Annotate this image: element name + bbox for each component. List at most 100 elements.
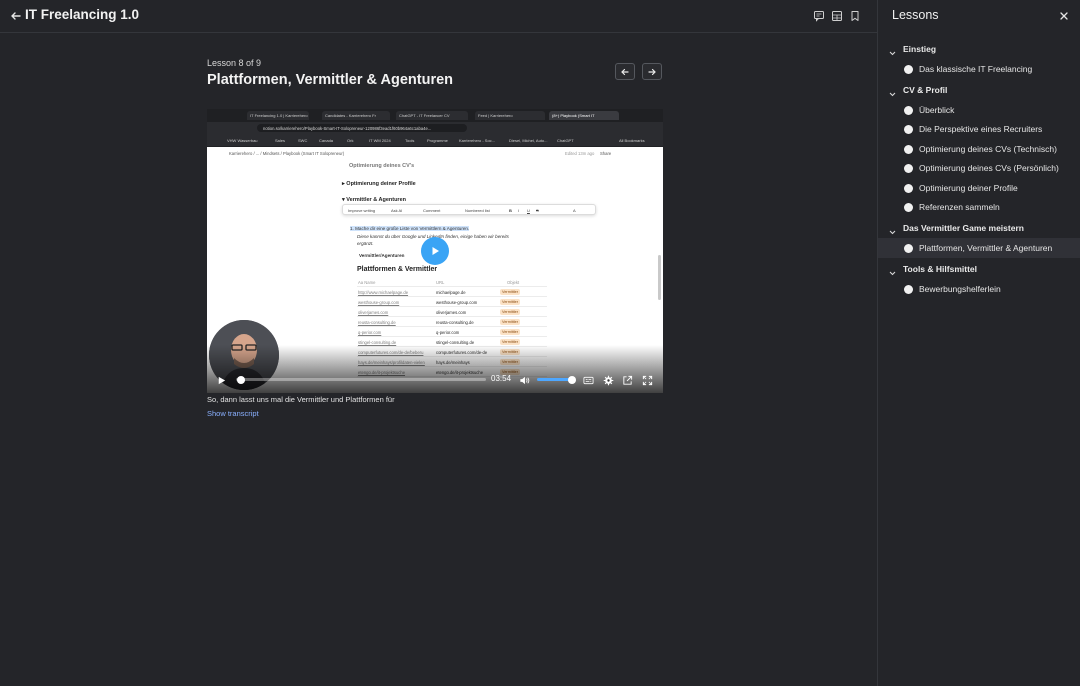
toolbar-item: U xyxy=(527,208,530,213)
show-transcript-link[interactable]: Show transcript xyxy=(207,409,259,418)
fullscreen-icon[interactable] xyxy=(642,373,653,391)
doc-table-title: Plattformen & Vermittler xyxy=(357,266,438,273)
play-button-center[interactable] xyxy=(421,237,449,265)
video-player[interactable]: IT Freelancing 1.0 | Karrierehero Candid… xyxy=(207,109,663,393)
table-row: westhouse-group.com westhouse-group.com … xyxy=(357,297,547,307)
doc-toggle: ▾ Vermittler & Agenturen xyxy=(342,197,406,203)
doc-italic-line: ergänzt. xyxy=(357,241,374,246)
table-cell-tag: Vermittler xyxy=(500,318,521,325)
bookmark-item: SWC xyxy=(298,138,308,143)
toolbar-item: Improve writing xyxy=(348,208,376,213)
lesson-label: Optimierung deines CVs (Persönlich) xyxy=(919,163,1059,173)
browser-tab: IT Freelancing 1.0 | Karrierehero xyxy=(247,111,309,120)
bookmark-item: IT WM 2024 xyxy=(369,138,391,143)
table-header: Objekt xyxy=(507,279,520,285)
notion-share: Share xyxy=(600,151,612,156)
lesson-label: Plattformen, Vermittler & Agenturen xyxy=(919,243,1053,253)
lesson-status-dot xyxy=(904,285,913,294)
lesson-status-dot xyxy=(904,203,913,212)
lesson-item[interactable]: Referenzen sammeln xyxy=(878,197,1080,217)
table-cell-url: reusta-consulting.de xyxy=(436,319,474,325)
previous-lesson-button[interactable] xyxy=(615,63,635,80)
bookmark-item: Karrierehero - Soc... xyxy=(459,138,496,143)
doc-heading: Optimierung deines CV's xyxy=(349,163,415,169)
lesson-label: Referenzen sammeln xyxy=(919,202,1000,212)
lessons-sidebar: Lessons Einstieg Das klassische IT Freel… xyxy=(877,0,1080,686)
comment-icon[interactable] xyxy=(813,9,825,22)
lesson-item[interactable]: Die Perspektive eines Recruiters xyxy=(878,119,1080,139)
browser-url: notion.so/karrierehero/Playbook-Smart-IT… xyxy=(257,124,467,132)
browser-tab-strip: IT Freelancing 1.0 | Karrierehero Candid… xyxy=(207,109,663,122)
notion-top-bar: Karrierehero / ... / Mindsets / Playbook… xyxy=(207,147,663,160)
section-cv-profil[interactable]: CV & Profil xyxy=(878,80,1080,100)
section-einstieg[interactable]: Einstieg xyxy=(878,39,1080,59)
lesson-item[interactable]: Überblick xyxy=(878,100,1080,120)
lesson-label: Optimierung deines CVs (Technisch) xyxy=(919,144,1057,154)
section-tools[interactable]: Tools & Hilfsmittel xyxy=(878,259,1080,279)
table-row: oliverjames.com oliverjames.com Vermittl… xyxy=(357,307,547,317)
table-cell-url: oliverjames.com xyxy=(436,309,467,315)
lesson-item[interactable]: Optimierung deines CVs (Technisch) xyxy=(878,139,1080,159)
table-cell-name: reusta-consulting.de xyxy=(358,319,396,325)
lesson-counter: Lesson 8 of 9 xyxy=(207,58,262,68)
table-header: URL xyxy=(436,279,445,285)
lesson-label: Optimierung deiner Profile xyxy=(919,183,1018,193)
popout-icon[interactable] xyxy=(622,373,633,391)
progress-thumb[interactable] xyxy=(237,375,245,384)
toolbar-item: Comment xyxy=(423,208,441,213)
progress-bar[interactable] xyxy=(236,375,486,384)
sidebar-title: Lessons xyxy=(892,8,939,22)
toolbar-item: Numbered list xyxy=(465,208,490,213)
top-bar: IT Freelancing 1.0 xyxy=(0,0,877,33)
table-cell-tag: Vermittler xyxy=(500,338,521,345)
volume-slider[interactable] xyxy=(537,375,576,384)
table-row: http://www.michaelpage.de michaelpage.de… xyxy=(357,287,547,297)
toolbar-item: A xyxy=(573,208,576,213)
notion-edited: Edited 13m ago xyxy=(565,151,595,156)
captions-icon[interactable] xyxy=(583,373,594,391)
doc-scrollbar xyxy=(658,255,661,300)
lesson-item[interactable]: Das klassische IT Freelancing xyxy=(878,59,1080,79)
grid-icon[interactable] xyxy=(831,9,843,21)
browser-tab: Feed | Karrierehero xyxy=(475,111,545,120)
bookmark-item: All Bookmarks xyxy=(619,138,645,143)
lesson-item[interactable]: Optimierung deiner Profile xyxy=(878,178,1080,198)
table-cell-url: michaelpage.de xyxy=(436,289,466,295)
lesson-label: Die Perspektive eines Recruiters xyxy=(919,124,1043,134)
settings-gear-icon[interactable] xyxy=(603,373,614,391)
close-icon[interactable] xyxy=(1058,9,1070,21)
bookmark-icon[interactable] xyxy=(849,9,861,21)
section-label: Einstieg xyxy=(903,44,937,54)
lesson-status-dot xyxy=(904,184,913,193)
section-vermittler-game[interactable]: Das Vermittler Game meistern xyxy=(878,218,1080,238)
browser-tab: Candidates - Karrierehero Fr xyxy=(322,111,390,120)
bookmark-item: VHW Wasserbau xyxy=(227,138,258,143)
lesson-label: Das klassische IT Freelancing xyxy=(919,64,1033,74)
toolbar-item: Ask AI xyxy=(391,208,403,213)
bookmark-item: Sales xyxy=(275,138,286,143)
lesson-item-active[interactable]: Plattformen, Vermittler & Agenturen xyxy=(878,238,1080,258)
lesson-status-dot xyxy=(904,106,913,115)
lesson-label: Überblick xyxy=(919,105,955,115)
lesson-status-dot xyxy=(904,164,913,173)
play-icon[interactable] xyxy=(216,373,227,391)
doc-toggle-label: Optimierung deiner Profile xyxy=(346,181,416,187)
lesson-item[interactable]: Bewerbungshelferlein xyxy=(878,279,1080,299)
lesson-item[interactable]: Optimierung deines CVs (Persönlich) xyxy=(878,158,1080,178)
chevron-down-icon xyxy=(888,265,897,276)
notion-format-toolbar: Improve writing Ask AI Comment Numbered … xyxy=(342,204,596,215)
doc-highlight-line: 1. Mache dir eine große Liste von Vermit… xyxy=(350,226,470,231)
table-cell-name: westhouse-group.com xyxy=(358,299,400,305)
arrow-left-icon[interactable] xyxy=(8,8,24,24)
section-label: Das Vermittler Game meistern xyxy=(903,223,1024,233)
toolbar-item: S xyxy=(536,208,539,213)
volume-thumb[interactable] xyxy=(568,375,576,384)
table-cell-tag: Vermittler xyxy=(500,288,521,295)
next-lesson-button[interactable] xyxy=(642,63,662,80)
table-cell-url: westhouse-group.com xyxy=(436,299,478,305)
volume-icon[interactable] xyxy=(519,373,530,391)
app-root: IT Freelancing 1.0 Lesson 8 of 9 Plattfo… xyxy=(0,0,1080,686)
course-title: IT Freelancing 1.0 xyxy=(25,7,140,22)
lesson-label: Bewerbungshelferlein xyxy=(919,284,1001,294)
chevron-down-icon xyxy=(888,45,897,56)
